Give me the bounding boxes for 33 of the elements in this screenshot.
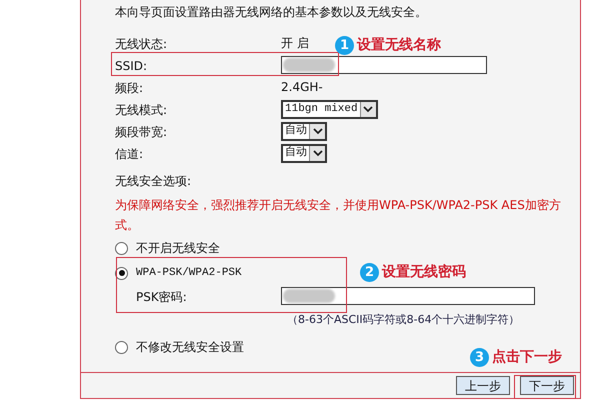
field-label: 无线状态:: [115, 37, 168, 51]
password-field[interactable]: [281, 286, 535, 304]
field-label: SSID:: [115, 59, 148, 73]
field-label: 信道:: [115, 147, 144, 161]
field-value: 2.4GH-: [281, 79, 323, 96]
field-label: 无线模式:: [115, 103, 168, 117]
annotation-label: 点击下一步: [492, 348, 562, 367]
radio-label: 不开启无线安全: [136, 240, 220, 257]
dropdown[interactable]: 自动: [281, 144, 327, 162]
hint-text: （8-63个ASCII码字符或8-64个十六进制字符）: [287, 312, 521, 328]
field-value: 开 启: [281, 35, 309, 52]
chevron-icon: [309, 124, 325, 138]
radio-button[interactable]: [115, 242, 128, 254]
field-label: PSK密码:: [136, 290, 187, 304]
intro-text: 本向导页面设置路由器无线网络的基本参数以及无线安全。: [115, 4, 428, 21]
radio-button[interactable]: [115, 340, 128, 354]
radio-label: WPA-PSK/WPA2-PSK: [136, 266, 242, 281]
back-button[interactable]: 上一步: [456, 376, 510, 395]
annotation-frame: [514, 375, 576, 399]
field-label: 频段:: [115, 81, 144, 95]
radio-button[interactable]: [115, 266, 128, 280]
section-heading: 无线安全选项:: [115, 173, 192, 190]
next-button[interactable]: 下一步: [520, 376, 574, 395]
radio-label: 不修改无线安全设置: [136, 339, 244, 356]
dropdown[interactable]: 11bgn mixed: [281, 100, 378, 118]
input-field[interactable]: [281, 56, 487, 74]
annotation-label: 设置无线名称: [357, 36, 441, 55]
chevron-icon: [309, 146, 325, 160]
field-label: 频段带宽:: [115, 125, 168, 139]
warning-text: 为保障网络安全，强烈推荐开启无线安全，并使用WPA-PSK/WPA2-PSK AES加密方式。: [115, 197, 562, 234]
dropdown[interactable]: 自动: [281, 122, 327, 140]
chevron-icon: [360, 102, 376, 116]
annotation-label: 设置无线密码: [382, 262, 466, 282]
